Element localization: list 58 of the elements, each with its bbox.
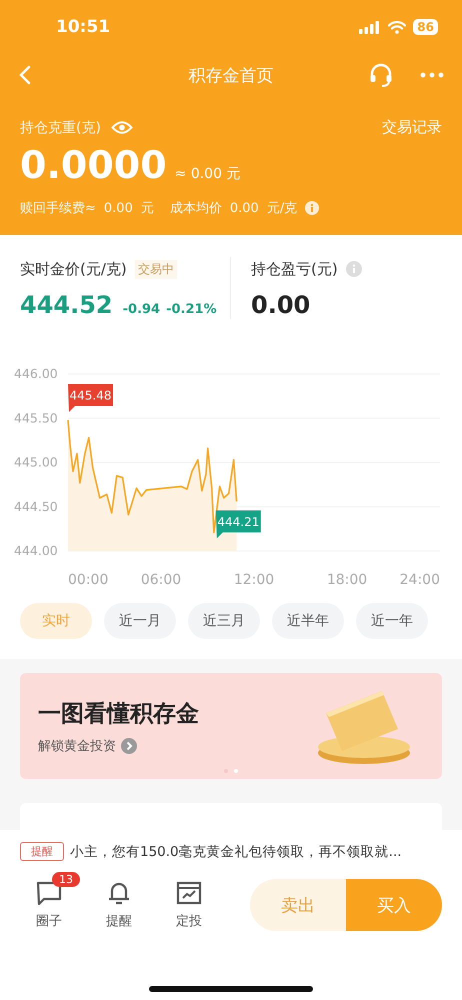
more-icon[interactable]	[420, 72, 444, 78]
y-axis-label: 444.50	[14, 498, 58, 514]
count-badge: 13	[52, 872, 80, 887]
period-tab[interactable]: 近半年	[272, 603, 344, 639]
bell-icon[interactable]	[106, 880, 132, 906]
x-axis-label: 12:00	[234, 572, 274, 588]
annotation: 444.21	[217, 514, 260, 529]
holding-value: ≈ 0.00 元	[174, 165, 240, 183]
cost-label: 成本均价	[170, 200, 222, 217]
trading-status-tag: 交易中	[134, 260, 177, 278]
wifi-icon	[388, 20, 406, 34]
x-axis-label: 18:00	[326, 572, 368, 588]
spot-price: 444.52	[20, 291, 113, 319]
battery-level: 86	[413, 19, 438, 35]
price-marker: 445.48	[68, 384, 113, 412]
x-axis-label: 24:00	[400, 572, 440, 588]
holding-label: 持仓克重(克)	[20, 118, 101, 136]
tab-label[interactable]: 定投	[176, 912, 202, 930]
holding-grams: 0.0000	[20, 143, 167, 187]
tab-label[interactable]: 提醒	[106, 912, 132, 930]
banner-subtitle: 解锁黄金投资	[38, 738, 116, 754]
reminder-tag: 提醒	[20, 842, 64, 861]
price-label: 实时金价(元/克)	[20, 260, 127, 278]
tab-label[interactable]: 圈子	[36, 912, 62, 930]
fee-label: 赎回手续费≈	[20, 200, 96, 217]
period-tab[interactable]: 近一月	[104, 603, 176, 639]
fee-value: 0.00	[104, 200, 133, 216]
pnl-label: 持仓盈亏(元)	[251, 260, 338, 278]
y-axis-label: 444.00	[14, 543, 58, 558]
chat-icon[interactable]	[36, 880, 62, 906]
period-tab[interactable]: 近三月	[188, 603, 260, 639]
info-icon[interactable]	[346, 261, 362, 277]
x-axis-label: 00:00	[68, 572, 108, 588]
cost-value: 0.00	[230, 200, 259, 216]
page-title: 积存金首页	[188, 64, 274, 86]
y-axis-label: 445.50	[14, 410, 58, 426]
signal-icon	[359, 20, 382, 34]
chart-icon[interactable]	[176, 880, 202, 906]
price-marker: 444.21	[216, 510, 261, 538]
fee-unit: 元	[140, 200, 154, 217]
headset-icon[interactable]	[368, 62, 394, 88]
back-icon[interactable]	[18, 65, 32, 85]
price-change-percent: -0.21%	[166, 302, 217, 317]
pnl-value: 0.00	[251, 291, 310, 319]
cost-unit: 元/克	[266, 200, 298, 217]
status-time: 10:51	[56, 17, 110, 37]
annotation: 445.48	[70, 388, 112, 403]
promo-banner[interactable]: 一图看懂积存金 解锁黄金投资	[20, 673, 442, 779]
y-axis-label: 446.00	[14, 366, 58, 381]
arrow-circle-icon	[121, 738, 137, 754]
info-icon[interactable]	[305, 201, 320, 215]
banner-title: 一图看懂积存金	[38, 700, 200, 728]
price-change: -0.94	[122, 302, 160, 317]
period-tab[interactable]: 近一年	[356, 603, 428, 639]
x-axis-label: 06:00	[140, 572, 182, 588]
y-axis-label: 445.00	[14, 454, 58, 470]
notice-text[interactable]: 小主，您有150.0毫克黄金礼包待领取，再不领取就...	[70, 842, 402, 860]
eye-icon[interactable]	[110, 120, 133, 135]
